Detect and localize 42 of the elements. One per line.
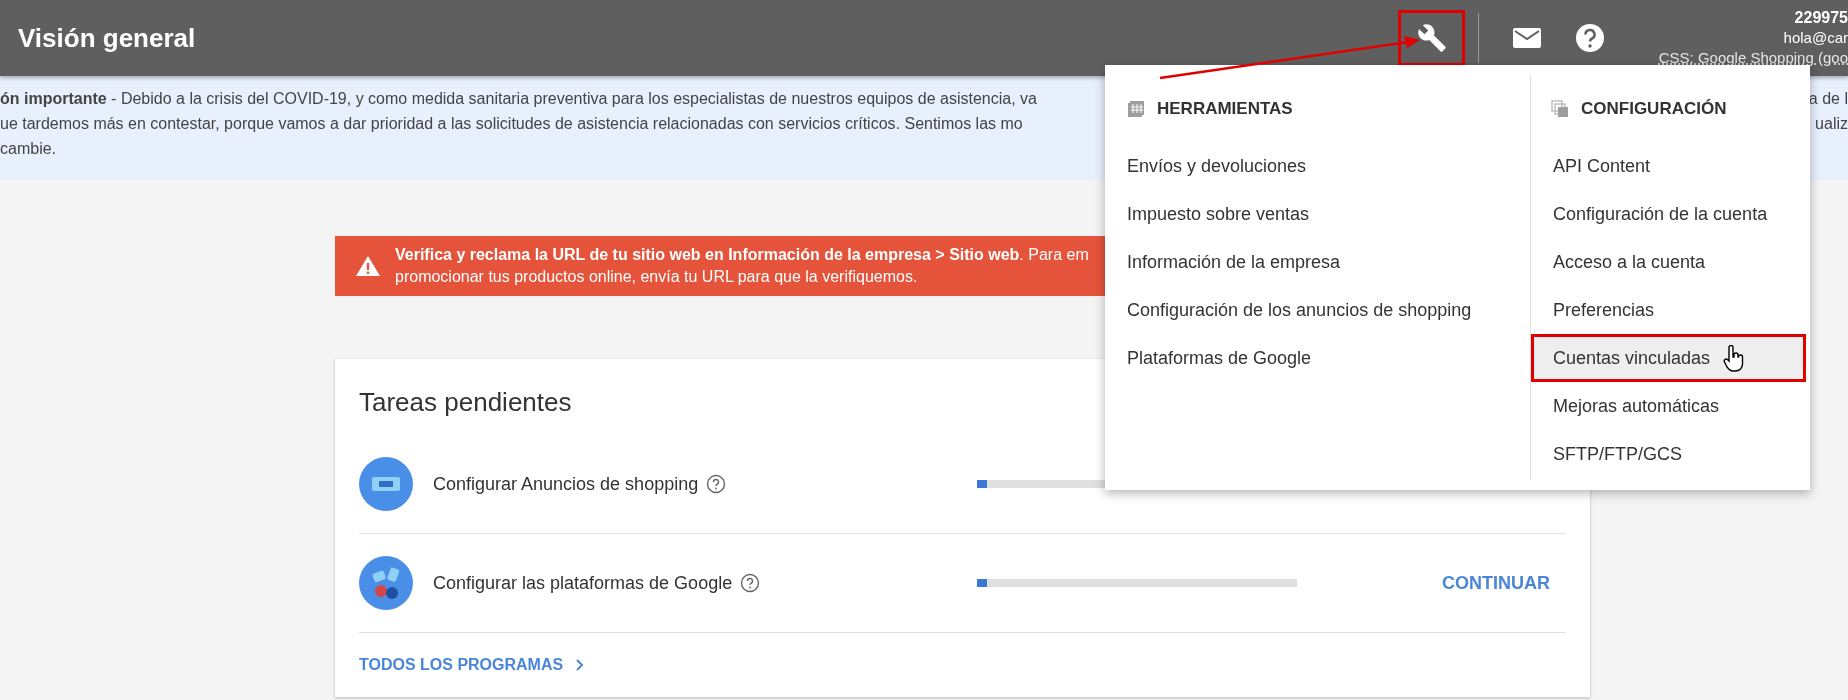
all-programs-link[interactable]: TODOS LOS PROGRAMAS <box>359 656 586 674</box>
account-id: 229975 <box>1794 8 1848 28</box>
card-title: Tareas pendientes <box>359 387 572 417</box>
alert-text: promocionar tus productos online, envía tu URL para que la verifiquemos. <box>395 267 919 287</box>
shopping-ad-icon <box>359 457 413 511</box>
notice-text: cambie. <box>0 139 57 159</box>
menu-item[interactable]: Preferencias <box>1531 286 1806 334</box>
menu-item[interactable]: Envíos y devoluciones <box>1127 142 1530 190</box>
warning-icon <box>355 255 381 277</box>
menu-item[interactable]: Mejoras automáticas <box>1531 382 1806 430</box>
menu-section-title: HERRAMIENTAS <box>1157 99 1293 119</box>
grid-icon <box>1127 100 1145 118</box>
mail-icon[interactable] <box>1512 26 1542 50</box>
hand-cursor-icon <box>1723 345 1745 373</box>
menu-item[interactable]: Configuración de los anuncios de shopping <box>1127 286 1530 334</box>
notice-text: a de l <box>1808 89 1848 109</box>
wrench-icon <box>1416 23 1447 53</box>
notice-text: ue tardemos más en contestar, porque vamos a dar prioridad a las solicitudes de asistencia relacionadas con servicios críticos. Sentimos las mo <box>0 114 1023 134</box>
account-email: hola@car <box>1783 28 1848 48</box>
copy-icon <box>1551 100 1569 118</box>
menu-item[interactable]: Plataformas de Google <box>1127 334 1530 382</box>
platforms-icon <box>359 556 413 610</box>
alert-text: Verifica y reclama la URL de tu sitio web en Información de la empresa > Sitio web. Para em <box>395 245 1089 265</box>
menu-item[interactable]: Acceso a la cuenta <box>1531 238 1806 286</box>
menu-item[interactable]: Impuesto sobre ventas <box>1127 190 1530 238</box>
menu-item[interactable]: Configuración de la cuenta <box>1531 190 1806 238</box>
task-label: Configurar Anuncios de shopping <box>433 473 699 495</box>
notice-text: ón importante - Debido a la crisis del COVID-19, y como medida sanitaria preventiva para los especialistas de nuestros equipos de asistencia, va <box>0 89 1037 109</box>
page-title: Visión general <box>18 22 197 54</box>
help-icon[interactable] <box>706 474 727 494</box>
task-label: Configurar las plataformas de Google <box>433 572 733 594</box>
continue-button[interactable]: CONTINUAR <box>1438 568 1554 598</box>
menu-item[interactable]: API Content <box>1531 142 1806 190</box>
help-icon[interactable] <box>740 573 761 593</box>
notice-text: ualiz <box>1815 114 1848 134</box>
menu-item[interactable]: Información de la empresa <box>1127 238 1530 286</box>
account-link[interactable]: CSS: Google Shopping (goo <box>1658 48 1848 68</box>
menu-item[interactable]: Cuentas vinculadas <box>1531 334 1806 382</box>
menu-item[interactable]: SFTP/FTP/GCS <box>1531 430 1806 478</box>
chevron-icon <box>575 658 586 672</box>
help-icon[interactable] <box>1575 23 1605 53</box>
menu-section-title: CONFIGURACIÓN <box>1581 99 1727 119</box>
